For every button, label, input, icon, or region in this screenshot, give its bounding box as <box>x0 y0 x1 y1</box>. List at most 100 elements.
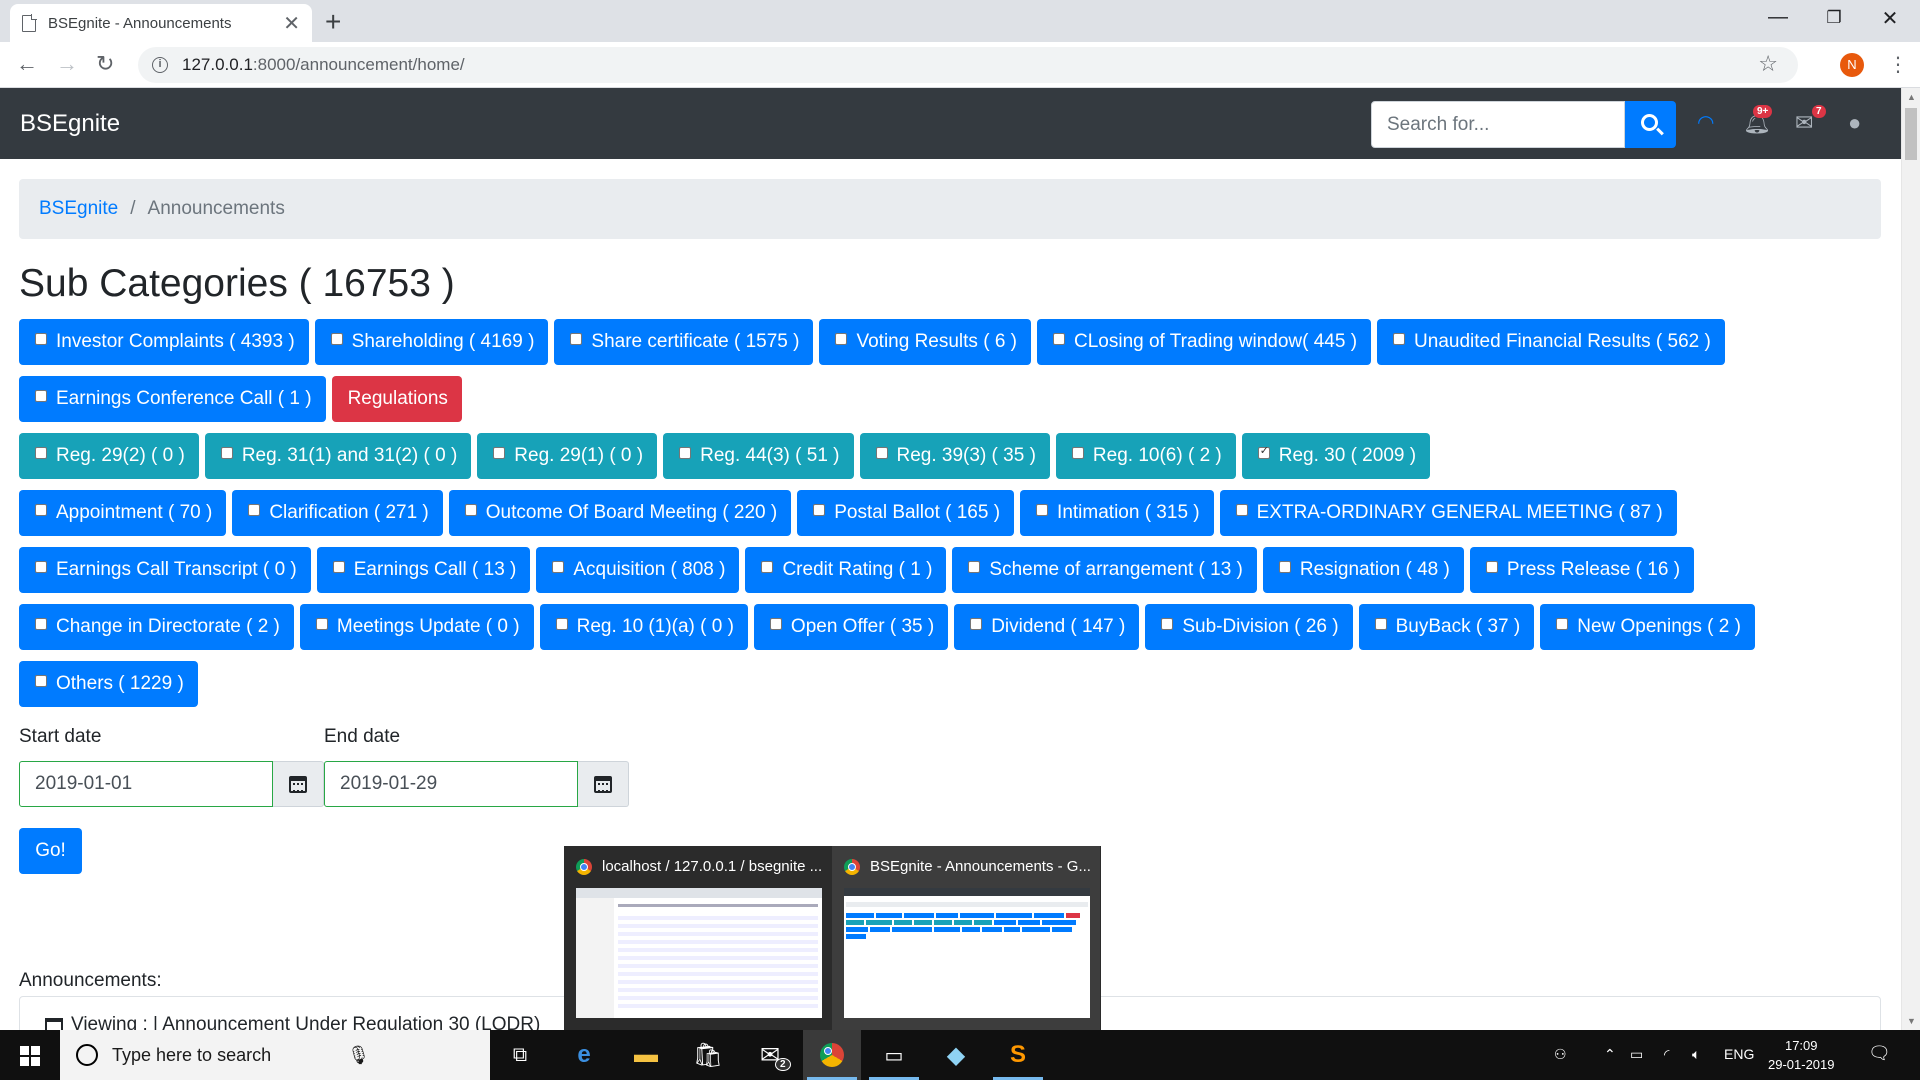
window-close-icon[interactable]: ✕ <box>1878 6 1902 31</box>
category-checkbox[interactable] <box>1393 333 1406 345</box>
close-tab-icon[interactable]: ✕ <box>283 11 300 36</box>
start-date-picker-button[interactable] <box>273 761 324 807</box>
notes-app-icon[interactable]: ◆ <box>927 1030 985 1080</box>
site-info-icon[interactable]: i <box>152 57 168 73</box>
store-icon[interactable]: 🛍︎ <box>679 1030 737 1080</box>
language-indicator[interactable]: ENG <box>1724 1046 1754 1062</box>
category-checkbox[interactable] <box>552 561 565 573</box>
category-checkbox[interactable] <box>1374 618 1387 630</box>
category-button[interactable]: BuyBack ( 37 ) <box>1358 604 1535 650</box>
category-checkbox[interactable] <box>970 618 983 630</box>
category-button[interactable]: Reg. 39(3) ( 35 ) <box>859 433 1050 479</box>
microphone-icon[interactable]: 🎙︎ <box>347 1045 370 1066</box>
terminal-icon[interactable]: ▭ <box>865 1030 923 1080</box>
category-checkbox[interactable] <box>35 390 47 402</box>
podcast-icon[interactable]: ◠ <box>1697 110 1714 135</box>
bookmark-star-icon[interactable]: ☆ <box>1758 51 1778 77</box>
category-button[interactable]: Reg. 10(6) ( 2 ) <box>1055 433 1236 479</box>
action-center-icon[interactable]: 🗨︎ <box>1868 1043 1891 1064</box>
category-checkbox[interactable] <box>35 333 47 345</box>
show-hidden-icons[interactable]: ⌃ <box>1604 1046 1616 1063</box>
category-button[interactable]: Reg. 10 (1)(a) ( 0 ) <box>539 604 748 650</box>
scrollbar-thumb[interactable] <box>1905 108 1917 160</box>
category-button[interactable]: Outcome Of Board Meeting ( 220 ) <box>448 490 792 536</box>
category-checkbox[interactable] <box>35 504 47 516</box>
sublime-text-icon[interactable]: S <box>989 1030 1047 1080</box>
scroll-down-icon[interactable]: ▼ <box>1907 1016 1916 1026</box>
category-checkbox[interactable] <box>761 561 774 573</box>
people-icon[interactable]: ⚇ <box>1554 1046 1567 1063</box>
browser-menu-icon[interactable]: ⋮ <box>1888 52 1908 77</box>
category-button[interactable]: Reg. 29(1) ( 0 ) <box>477 433 658 479</box>
task-view-icon[interactable]: ⧉ <box>491 1030 549 1080</box>
category-button[interactable]: Clarification ( 271 ) <box>232 490 443 536</box>
wifi-icon[interactable]: ◜ <box>1664 1046 1669 1063</box>
back-icon[interactable]: ← <box>16 51 38 77</box>
chrome-taskbar-icon[interactable] <box>803 1030 861 1080</box>
new-tab-button[interactable]: + <box>325 6 341 38</box>
category-button[interactable]: Share certificate ( 1575 ) <box>554 319 814 365</box>
category-checkbox[interactable] <box>35 675 47 687</box>
category-button[interactable]: Earnings Conference Call ( 1 ) <box>19 376 326 422</box>
envelope-icon[interactable]: ✉ <box>1795 110 1813 136</box>
category-button[interactable]: Change in Directorate ( 2 ) <box>19 604 294 650</box>
category-checkbox[interactable] <box>35 561 47 573</box>
page-scrollbar[interactable]: ▲ ▼ <box>1901 88 1920 1030</box>
mail-icon[interactable]: ✉ <box>741 1030 799 1080</box>
battery-icon[interactable]: ▭ <box>1630 1046 1643 1063</box>
category-checkbox[interactable] <box>35 447 47 459</box>
category-checkbox[interactable] <box>315 618 328 630</box>
minimize-icon[interactable]: — <box>1766 6 1790 29</box>
category-checkbox[interactable] <box>493 447 506 459</box>
user-circle-icon[interactable]: ● <box>1848 110 1861 136</box>
thumbnail-window-phpmyadmin[interactable]: localhost / 127.0.0.1 / bsegnite ... <box>564 846 832 1030</box>
category-button[interactable]: Others ( 1229 ) <box>19 661 198 707</box>
category-button[interactable]: Postal Ballot ( 165 ) <box>797 490 1015 536</box>
edge-icon[interactable]: e <box>555 1030 613 1080</box>
category-button[interactable]: Reg. 44(3) ( 51 ) <box>663 433 854 479</box>
category-button[interactable]: Scheme of arrangement ( 13 ) <box>952 547 1257 593</box>
category-button[interactable]: Earnings Call Transcript ( 0 ) <box>19 547 311 593</box>
forward-icon[interactable]: → <box>56 51 78 77</box>
category-checkbox[interactable] <box>835 333 848 345</box>
taskbar-search-box[interactable]: Type here to search 🎙︎ <box>60 1030 490 1080</box>
category-checkbox[interactable] <box>769 618 782 630</box>
category-button[interactable]: Intimation ( 315 ) <box>1020 490 1214 536</box>
category-button[interactable]: Unaudited Financial Results ( 562 ) <box>1377 319 1725 365</box>
regulations-button[interactable]: Regulations <box>331 376 462 422</box>
category-button[interactable]: Appointment ( 70 ) <box>19 490 227 536</box>
category-checkbox[interactable] <box>555 618 568 630</box>
category-button[interactable]: Resignation ( 48 ) <box>1262 547 1464 593</box>
breadcrumb-home-link[interactable]: BSEgnite <box>39 198 118 220</box>
category-checkbox[interactable] <box>332 561 345 573</box>
category-checkbox[interactable] <box>1053 333 1065 345</box>
category-checkbox[interactable] <box>813 504 826 516</box>
category-button[interactable]: CLosing of Trading window( 445 ) <box>1037 319 1372 365</box>
browser-tab-active[interactable]: BSEgnite - Announcements ✕ <box>10 4 312 42</box>
category-button[interactable]: Press Release ( 16 ) <box>1469 547 1695 593</box>
category-checkbox[interactable] <box>1278 561 1291 573</box>
scroll-up-icon[interactable]: ▲ <box>1907 92 1916 102</box>
category-checkbox[interactable] <box>1556 618 1569 630</box>
category-checkbox[interactable] <box>968 561 981 573</box>
system-clock[interactable]: 17:09 29-01-2019 <box>1768 1036 1835 1074</box>
reload-icon[interactable]: ↻ <box>96 51 114 77</box>
url-field[interactable]: i 127.0.0.1:8000/announcement/home/ ☆ <box>138 47 1798 83</box>
volume-icon[interactable]: 🔈︎ <box>1692 1046 1700 1063</box>
category-button[interactable]: Earnings Call ( 13 ) <box>316 547 531 593</box>
category-checkbox[interactable] <box>1161 618 1174 630</box>
category-button[interactable]: Credit Rating ( 1 ) <box>745 547 947 593</box>
category-checkbox[interactable] <box>248 504 261 516</box>
category-button[interactable]: Reg. 31(1) and 31(2) ( 0 ) <box>204 433 472 479</box>
category-button[interactable]: Acquisition ( 808 ) <box>536 547 740 593</box>
category-checkbox[interactable] <box>1071 447 1084 459</box>
category-checkbox[interactable] <box>875 447 888 459</box>
category-button[interactable]: Reg. 30 ( 2009 ) <box>1241 433 1431 479</box>
file-explorer-icon[interactable]: ▬ <box>617 1030 675 1080</box>
category-button[interactable]: Sub-Division ( 26 ) <box>1145 604 1353 650</box>
category-checkbox[interactable] <box>1257 444 1270 459</box>
category-checkbox[interactable] <box>330 333 343 345</box>
category-button[interactable]: Voting Results ( 6 ) <box>819 319 1031 365</box>
category-button[interactable]: Reg. 29(2) ( 0 ) <box>19 433 199 479</box>
category-button[interactable]: Shareholding ( 4169 ) <box>314 319 549 365</box>
